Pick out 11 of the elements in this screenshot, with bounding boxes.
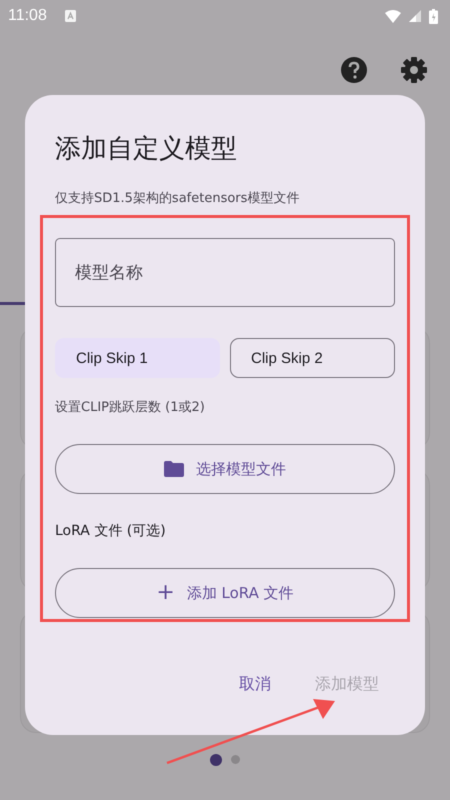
choose-file-button[interactable]: 选择模型文件: [55, 444, 395, 494]
dialog-action[interactable]: 取消: [239, 670, 271, 699]
section-label: LoRA 文件 (可选): [55, 522, 167, 540]
dialog-subtitle: 仅支持SD1.5架构的safetensors模型文件: [55, 190, 300, 207]
dialog-title: 添加自定义模型: [55, 133, 238, 166]
status-time: 11:08: [8, 7, 47, 25]
toggle-button[interactable]: Clip Skip 2: [230, 338, 395, 378]
helper-text: 设置CLIP跳跃层数 (1或2): [55, 399, 206, 416]
toggle-button[interactable]: Clip Skip 1: [55, 338, 220, 378]
add-lora-button[interactable]: + 添加 LoRA 文件: [55, 568, 395, 618]
input-field[interactable]: 模型名称: [55, 238, 395, 307]
